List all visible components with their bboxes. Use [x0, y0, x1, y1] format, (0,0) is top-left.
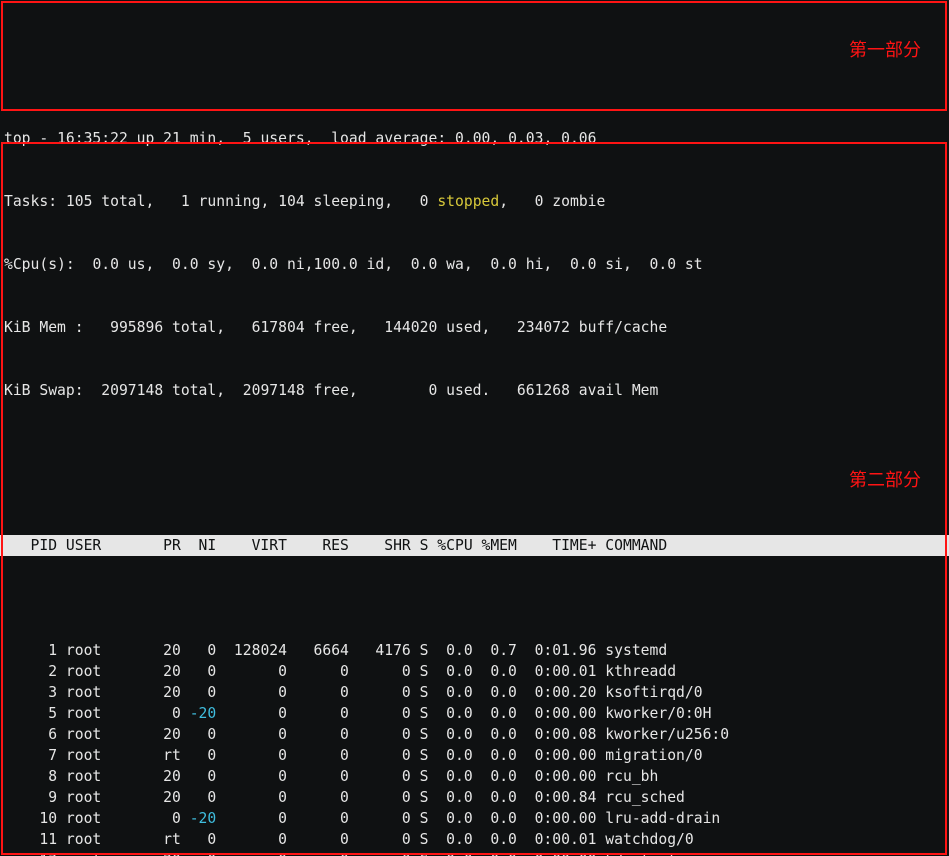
table-row[interactable]: 10 root 0 -20 0 0 0 S 0.0 0.0 0:00.00 lr… [4, 808, 949, 829]
table-row[interactable]: 13 root 20 0 0 0 0 S 0.0 0.0 0:00.00 kde… [4, 850, 949, 856]
table-row[interactable]: 8 root 20 0 0 0 0 S 0.0 0.0 0:00.00 rcu_… [4, 766, 949, 787]
table-row[interactable]: 3 root 20 0 0 0 0 S 0.0 0.0 0:00.20 ksof… [4, 682, 949, 703]
summary-line-cpu: %Cpu(s): 0.0 us, 0.0 sy, 0.0 ni,100.0 id… [4, 254, 947, 275]
top-summary-block: top - 16:35:22 up 21 min, 5 users, load … [0, 84, 949, 445]
summary-line-mem: KiB Mem : 995896 total, 617804 free, 144… [4, 317, 947, 338]
table-row[interactable]: 9 root 20 0 0 0 0 S 0.0 0.0 0:00.84 rcu_… [4, 787, 949, 808]
table-row[interactable]: 6 root 20 0 0 0 0 S 0.0 0.0 0:00.08 kwor… [4, 724, 949, 745]
table-row[interactable]: 5 root 0 -20 0 0 0 S 0.0 0.0 0:00.00 kwo… [4, 703, 949, 724]
summary-line-swap: KiB Swap: 2097148 total, 2097148 free, 0… [4, 380, 947, 401]
process-table-header: PID USER PR NI VIRT RES SHR S %CPU %MEM … [0, 535, 949, 556]
annotation-label-1: 第一部分 [849, 40, 921, 61]
top-terminal[interactable]: top - 16:35:22 up 21 min, 5 users, load … [0, 0, 949, 856]
table-row[interactable]: 2 root 20 0 0 0 0 S 0.0 0.0 0:00.01 kthr… [4, 661, 949, 682]
annotation-label-2: 第二部分 [849, 470, 921, 491]
summary-line-uptime: top - 16:35:22 up 21 min, 5 users, load … [4, 128, 947, 149]
table-row[interactable]: 11 root rt 0 0 0 0 S 0.0 0.0 0:00.01 wat… [4, 829, 949, 850]
process-table-body: 1 root 20 0 128024 6664 4176 S 0.0 0.7 0… [0, 640, 949, 856]
summary-line-tasks: Tasks: 105 total, 1 running, 104 sleepin… [4, 191, 947, 212]
table-row[interactable]: 1 root 20 0 128024 6664 4176 S 0.0 0.7 0… [4, 640, 949, 661]
table-row[interactable]: 7 root rt 0 0 0 0 S 0.0 0.0 0:00.00 migr… [4, 745, 949, 766]
